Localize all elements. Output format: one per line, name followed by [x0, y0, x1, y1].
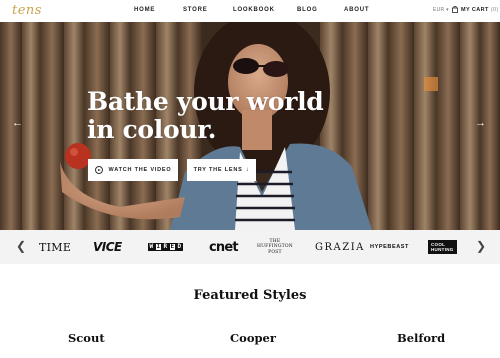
- nav-lookbook-link[interactable]: LOOKBOOK: [233, 7, 275, 13]
- hypebeast-logo: HYPEBEAST: [370, 244, 410, 250]
- try-lens-label: TRY THE LENS: [193, 167, 243, 173]
- cart-label: MY CART: [461, 6, 489, 13]
- press-logo-carousel: ❮ TIME VICE WIRED cnet THE HUFFINGTON PO…: [0, 230, 500, 264]
- coolhunting-line-2: HUNTING: [431, 247, 454, 252]
- nav-home-link[interactable]: HOME: [134, 7, 155, 13]
- nav-store-link[interactable]: STORE: [183, 7, 208, 13]
- huffpost-line-2: HUFFINGTON: [257, 244, 293, 250]
- wired-logo: WIRED: [148, 230, 183, 264]
- style-scout-link[interactable]: Scout: [68, 331, 105, 345]
- brand-logo[interactable]: tens: [12, 3, 42, 18]
- hero-next-arrow-icon[interactable]: →: [475, 117, 486, 129]
- cool-hunting-logo: COOL HUNTING: [428, 230, 457, 264]
- chevron-left-icon[interactable]: ❮: [16, 239, 26, 253]
- play-icon: [94, 166, 103, 174]
- huffpost-line-3: POST: [268, 249, 282, 255]
- style-cooper-link[interactable]: Cooper: [230, 331, 276, 345]
- watch-video-button[interactable]: WATCH THE VIDEO: [88, 159, 178, 181]
- top-navigation: tens HOME STORE LOOKBOOK BLOG ABOUT EUR …: [0, 0, 500, 22]
- arrow-down-icon: ↓: [245, 167, 250, 173]
- featured-styles-heading: Featured Styles: [193, 288, 307, 303]
- grazia-logo: GRAZIA: [315, 241, 365, 253]
- chevron-right-icon[interactable]: ❯: [476, 239, 486, 253]
- hero-banner: ← → Bathe your world in colour. WATCH TH…: [0, 22, 500, 230]
- wired-wordmark: WIRED: [148, 243, 183, 251]
- cart-count: (0): [490, 6, 499, 13]
- cnet-logo: cnet: [209, 239, 239, 255]
- cart-button[interactable]: MY CART (0): [452, 6, 499, 13]
- try-lens-button[interactable]: TRY THE LENS ↓: [187, 159, 256, 181]
- nav-about-link[interactable]: ABOUT: [344, 7, 369, 13]
- vice-logo: VICE: [93, 240, 122, 254]
- hero-prev-arrow-icon[interactable]: ←: [12, 117, 23, 129]
- currency-selector[interactable]: EUR ▾: [433, 7, 449, 13]
- huffington-post-logo: THE HUFFINGTON POST: [257, 230, 297, 264]
- time-logo: TIME: [39, 240, 72, 254]
- hero-headline: Bathe your world in colour.: [87, 87, 324, 144]
- style-belford-link[interactable]: Belford: [397, 331, 445, 345]
- nav-blog-link[interactable]: BLOG: [297, 7, 318, 13]
- watch-video-label: WATCH THE VIDEO: [108, 167, 172, 173]
- shopping-bag-icon: [452, 6, 458, 13]
